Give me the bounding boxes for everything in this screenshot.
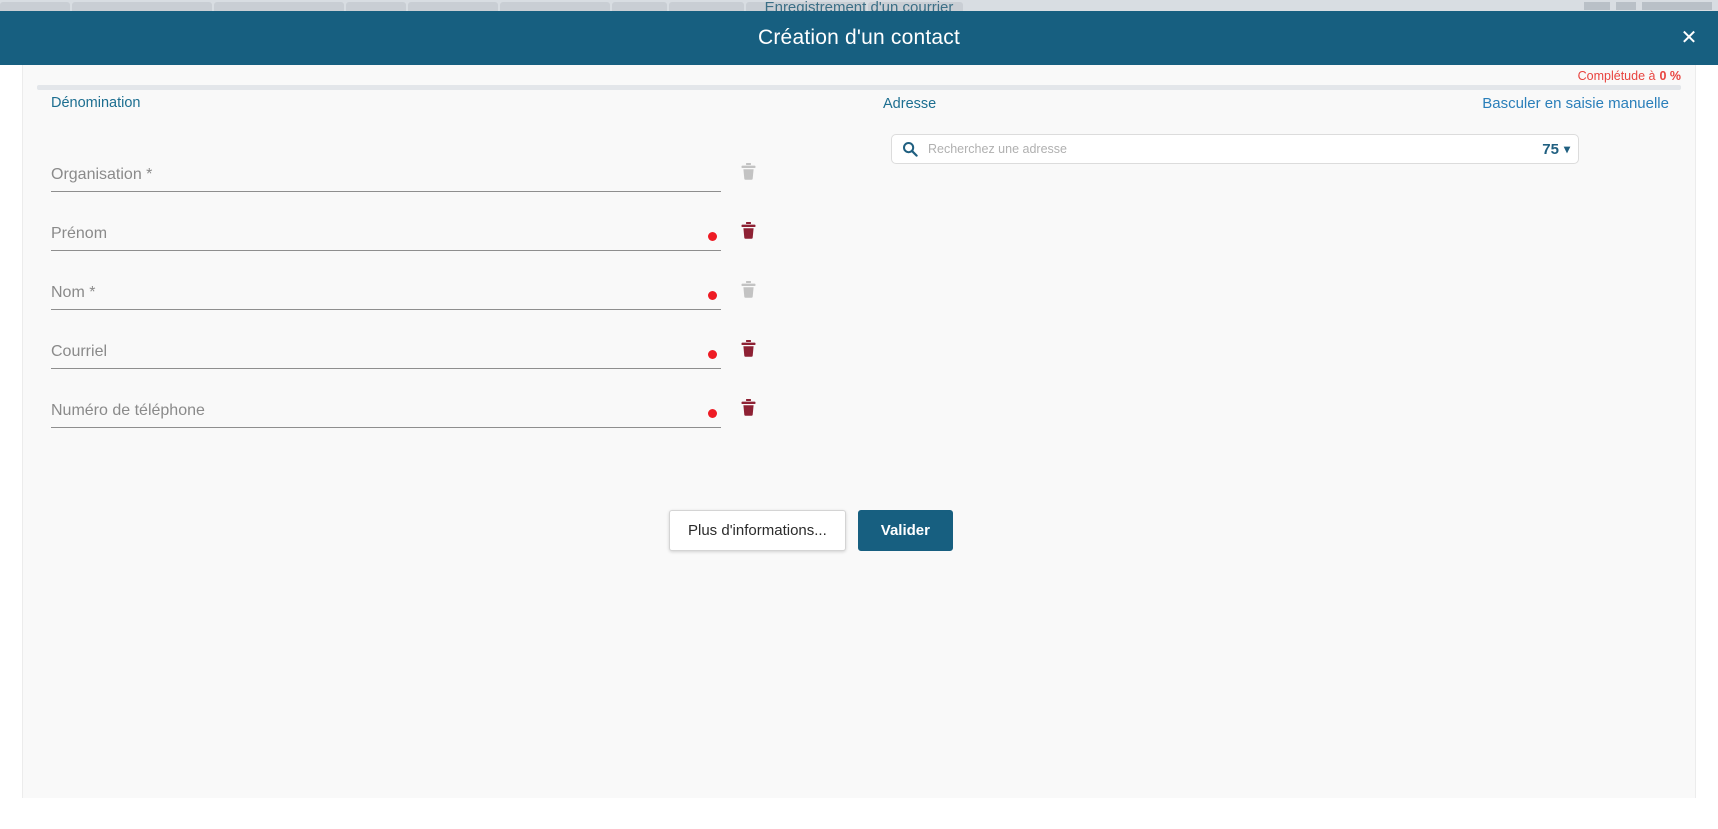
required-dot-icon (708, 291, 717, 300)
courriel-input[interactable] (51, 343, 721, 369)
more-info-button[interactable]: Plus d'informations... (669, 510, 846, 551)
delete-courriel-trash-icon[interactable] (729, 329, 767, 367)
address-search-input[interactable] (926, 141, 1535, 157)
form-columns: Dénomination Plus d'informations... Vali… (23, 95, 1695, 551)
field-wrap-prenom (51, 225, 721, 251)
completeness-indicator: Complétude à 0 % (1578, 65, 1681, 87)
denomination-column: Dénomination Plus d'informations... Vali… (23, 95, 953, 551)
department-value: 75 (1542, 140, 1559, 158)
denomination-section-label: Dénomination (51, 95, 141, 111)
field-row-telephone (51, 369, 883, 428)
nom-input[interactable] (51, 284, 721, 310)
prenom-input[interactable] (51, 225, 721, 251)
organisation-input[interactable] (51, 166, 721, 192)
field-row-courriel (51, 310, 883, 369)
completeness-label: Complétude à (1577, 69, 1656, 83)
telephone-input[interactable] (51, 402, 721, 428)
completeness-value: 0 % (1659, 69, 1681, 83)
create-contact-modal: Création d'un contact ✕ Complétude à 0 %… (0, 0, 1718, 829)
form-actions: Plus d'informations... Valider (669, 510, 953, 551)
delete-nom-trash-icon[interactable] (729, 270, 767, 308)
modal-title: Création d'un contact (758, 26, 960, 49)
adresse-header: Adresse Basculer en saisie manuelle (883, 95, 1695, 112)
field-row-prenom (51, 192, 883, 251)
field-wrap-courriel (51, 343, 721, 369)
validate-button[interactable]: Valider (857, 510, 953, 551)
required-dot-icon (708, 350, 717, 359)
field-wrap-organisation (51, 166, 721, 192)
completeness-progress-bar (37, 85, 1681, 90)
required-dot-icon (708, 409, 717, 418)
denomination-fields (51, 133, 883, 428)
toggle-manual-entry-link[interactable]: Basculer en saisie manuelle (1482, 95, 1669, 112)
adresse-section-label: Adresse (883, 95, 937, 112)
department-select[interactable]: 75 ▾ (1534, 141, 1570, 158)
delete-telephone-trash-icon[interactable] (729, 388, 767, 426)
delete-organisation-trash-icon[interactable] (729, 152, 767, 190)
field-wrap-telephone (51, 402, 721, 428)
field-wrap-nom (51, 284, 721, 310)
modal-body: Complétude à 0 % Dénomination Plus d'inf… (22, 65, 1696, 798)
adresse-column: Adresse Basculer en saisie manuelle 75 ▾ (883, 95, 1695, 428)
required-dot-icon (708, 232, 717, 241)
search-icon (902, 141, 918, 157)
field-row-organisation (51, 133, 883, 192)
address-search-box[interactable]: 75 ▾ (891, 134, 1579, 164)
delete-prenom-trash-icon[interactable] (729, 211, 767, 249)
close-icon[interactable]: ✕ (1674, 23, 1704, 53)
modal-header: Création d'un contact ✕ (0, 11, 1718, 65)
field-row-nom (51, 251, 883, 310)
chevron-down-icon: ▾ (1563, 142, 1570, 156)
